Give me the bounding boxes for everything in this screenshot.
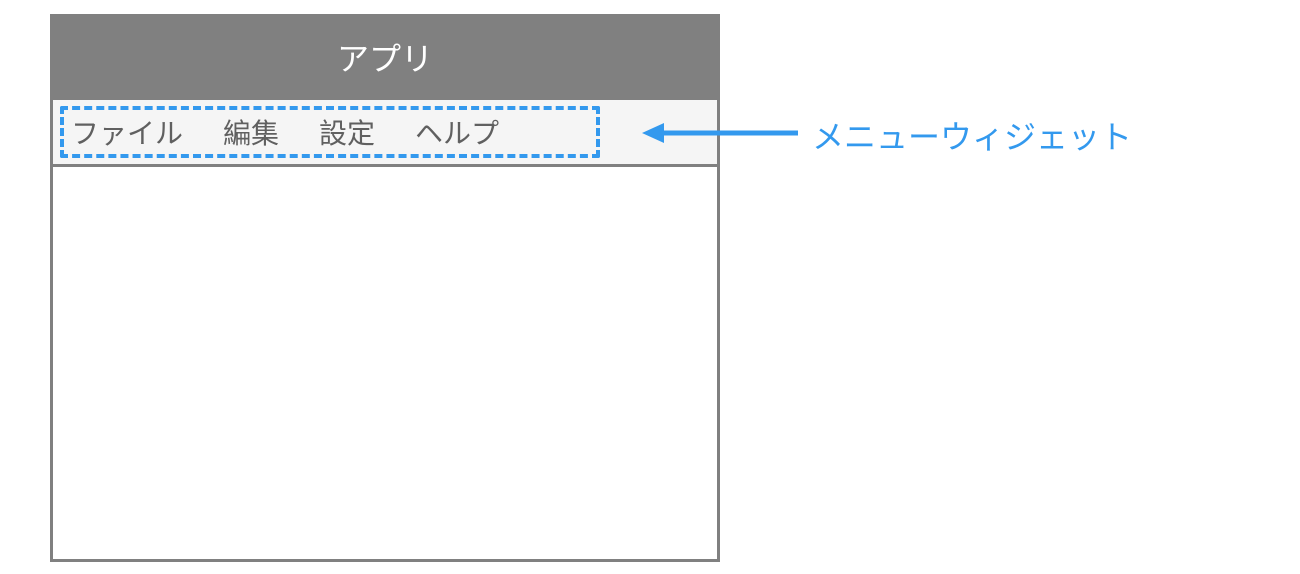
app-window: アプリ ファイル 編集 設定 ヘルプ <box>50 14 720 562</box>
title-bar: アプリ <box>53 17 717 97</box>
menu-item-help[interactable]: ヘルプ <box>415 112 499 152</box>
menu-item-edit[interactable]: 編集 <box>223 112 279 152</box>
annotation-label: メニューウィジェット <box>812 112 1132 158</box>
menu-item-settings[interactable]: 設定 <box>319 112 375 152</box>
menu-item-file[interactable]: ファイル <box>71 112 183 152</box>
window-title: アプリ <box>337 34 433 80</box>
menu-bar: ファイル 編集 設定 ヘルプ <box>53 97 717 167</box>
